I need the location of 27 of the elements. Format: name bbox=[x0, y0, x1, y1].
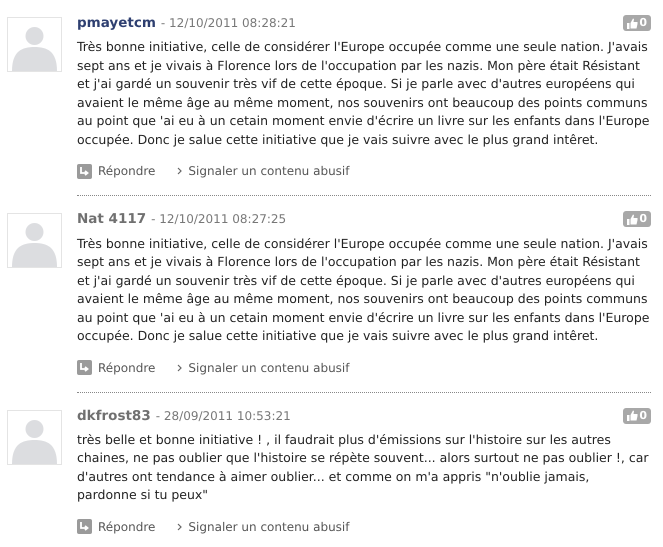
avatar-icon bbox=[7, 17, 62, 72]
chevron-icon bbox=[177, 167, 182, 176]
report-link[interactable]: Signaler un contenu abusif bbox=[177, 518, 350, 536]
report-link[interactable]: Signaler un contenu abusif bbox=[177, 358, 350, 376]
chevron-icon bbox=[177, 522, 182, 531]
chevron-icon bbox=[177, 364, 182, 372]
avatar-icon bbox=[7, 410, 62, 464]
reply-link[interactable]: Répondre bbox=[77, 358, 156, 376]
comment-date: - 12/10/2011 08:28:21 bbox=[160, 15, 296, 32]
avatar-icon bbox=[7, 213, 62, 268]
reply-link[interactable]: Répondre bbox=[77, 518, 156, 536]
comment-date: - 28/09/2011 10:53:21 bbox=[156, 408, 291, 425]
thumbs-up-icon bbox=[627, 18, 638, 29]
comment-date: - 12/10/2011 08:27:25 bbox=[151, 211, 286, 228]
reply-icon bbox=[77, 164, 92, 179]
author-name[interactable]: Nat 4117 bbox=[77, 209, 146, 230]
reply-link[interactable]: Répondre bbox=[77, 162, 156, 180]
thumbs-up-icon bbox=[627, 410, 638, 422]
thumbs-up-icon bbox=[627, 214, 638, 225]
comment-text: Très bonne initiative, celle de considérer l'Europe occupée comme une seule nation. J'avais sept ans et je vivais à Florence lors de l'occupation par les nazis. Mon père était Résistant et j'ai gardé un souvenir très vif de cette époque. Si je parle avec d'autres européens qui avaient le même âge au même moment, nos souvenirs ont beaucoup des points communs au point que 'ai eu à un cetain moment envie d'écrire un livre sur les enfants dans l'Europe occupée. Donc je salue cette initiative que je vais suivre avec le plus grand intêret. bbox=[77, 38, 650, 149]
comment-text: très belle et bonne initiative ! , il faudrait plus d'émissions sur l'histoire sur les autres chaines, ne pas oublier que l'histoire se répète souvent... alors surtout ne pas oublier !, car d'autres ont tendance à aimer oublier... et comme on m'a appris "n'oublie jamais, pardonne si tu peux" bbox=[77, 430, 650, 504]
author-name[interactable]: dkfrost83 bbox=[77, 406, 151, 426]
reply-icon bbox=[77, 360, 92, 375]
comment-text: Très bonne initiative, celle de considérer l'Europe occupée comme une seule nation. J'avais sept ans et je vivais à Florence lors de l'occupation par les nazis. Mon père était Résistant et j'ai gardé un souvenir très vif de cette époque. Si je parle avec d'autres européens qui avaient le même âge au même moment, nos souvenirs ont beaucoup des points communs au point que 'ai eu à un cetain moment envie d'écrire un livre sur les enfants dans l'Europe occupée. Donc je salue cette initiative que je vais suivre avec le plus grand intêret. bbox=[77, 234, 650, 345]
author-name[interactable]: pmayetcm bbox=[77, 13, 156, 34]
reply-icon bbox=[77, 519, 92, 534]
report-link[interactable]: Signaler un contenu abusif bbox=[177, 162, 350, 180]
